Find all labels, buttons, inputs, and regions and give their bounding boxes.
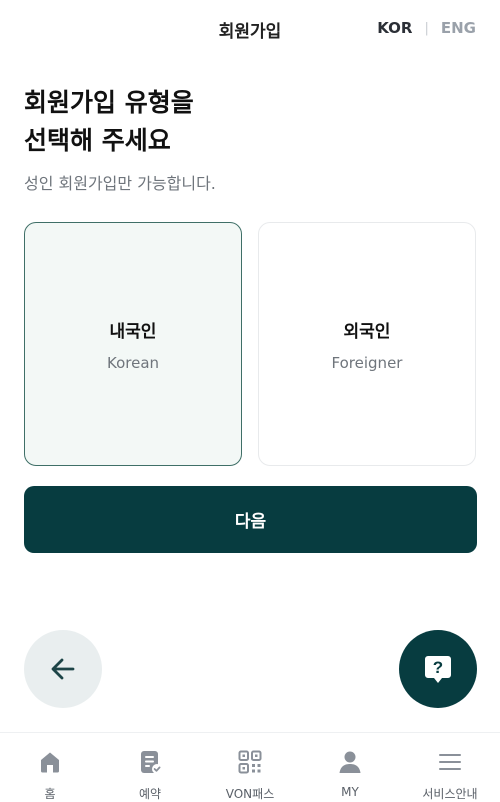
- reservation-icon: [141, 751, 162, 774]
- signup-heading: 회원가입 유형을 선택해 주세요: [24, 84, 194, 160]
- qr-code-icon: [238, 750, 262, 774]
- heading-line-2: 선택해 주세요: [24, 126, 171, 155]
- tab-label: 홈: [44, 787, 56, 801]
- lang-kor-button[interactable]: KOR: [377, 19, 412, 37]
- arrow-left-icon: [51, 658, 75, 680]
- tab-home[interactable]: 홈: [0, 733, 100, 802]
- lang-eng-button[interactable]: ENG: [441, 19, 476, 37]
- tab-label: MY: [341, 785, 359, 799]
- next-button[interactable]: 다음: [24, 486, 477, 553]
- back-button[interactable]: [24, 630, 102, 708]
- home-icon: [41, 752, 59, 773]
- signup-subtext: 성인 회원가입만 가능합니다.: [24, 174, 216, 193]
- option-subtitle: Korean: [106, 353, 160, 372]
- help-button[interactable]: ?: [399, 630, 477, 708]
- lang-separator: |: [424, 20, 429, 36]
- svg-text:?: ?: [433, 658, 443, 677]
- tab-von-pass[interactable]: VON패스: [200, 733, 300, 802]
- heading-line-1: 회원가입 유형을: [24, 88, 194, 117]
- option-title: 내국인: [109, 321, 157, 342]
- tab-service-info[interactable]: 서비스안내: [400, 733, 500, 802]
- tab-label: 예약: [138, 787, 162, 801]
- option-title: 외국인: [343, 321, 391, 342]
- bottom-tab-bar: 홈 예약 VON패스 MY 서비스안내: [0, 732, 500, 802]
- question-bubble-icon: ?: [425, 656, 451, 683]
- tab-label: VON패스: [225, 787, 275, 801]
- app-header: 회원가입 KOR | ENG: [0, 0, 500, 58]
- tab-my[interactable]: MY: [300, 733, 400, 802]
- tab-label: 서비스안내: [422, 787, 478, 801]
- tab-reservation[interactable]: 예약: [100, 733, 200, 802]
- option-card-foreigner[interactable]: 외국인 Foreigner: [258, 222, 476, 466]
- option-subtitle: Foreigner: [331, 353, 403, 372]
- menu-icon: [439, 754, 461, 770]
- language-switcher: KOR | ENG: [377, 19, 476, 37]
- option-card-korean[interactable]: 내국인 Korean: [24, 222, 242, 466]
- user-icon: [339, 751, 361, 773]
